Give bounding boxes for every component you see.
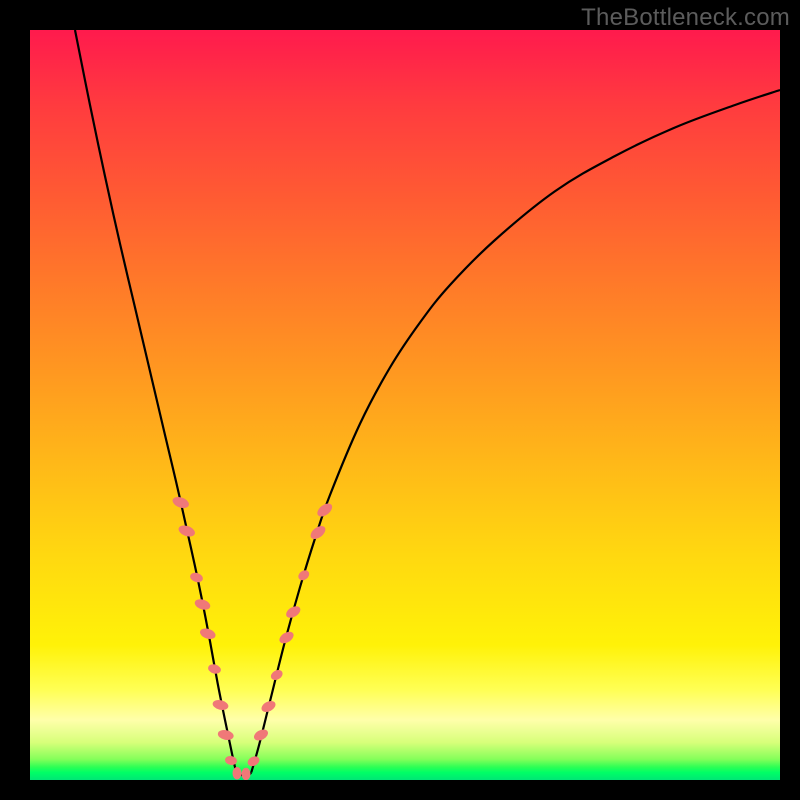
watermark-text: TheBottleneck.com <box>581 4 790 32</box>
curve-right-branch <box>251 90 780 773</box>
marker-point <box>260 699 278 715</box>
marker-point <box>224 755 237 766</box>
curve-left-branch <box>75 30 236 773</box>
scatter-markers <box>171 495 334 780</box>
marker-point <box>193 597 211 611</box>
marker-point <box>315 501 335 519</box>
outer-frame: TheBottleneck.com <box>0 0 800 800</box>
marker-point <box>284 604 302 620</box>
marker-point <box>217 729 235 742</box>
marker-point <box>212 698 230 711</box>
marker-point <box>189 571 204 584</box>
plot-area <box>30 30 780 780</box>
marker-point <box>199 627 217 641</box>
marker-point <box>296 568 311 582</box>
marker-point <box>242 768 251 780</box>
chart-svg <box>30 30 780 780</box>
marker-point <box>207 663 222 675</box>
marker-point <box>233 767 242 779</box>
